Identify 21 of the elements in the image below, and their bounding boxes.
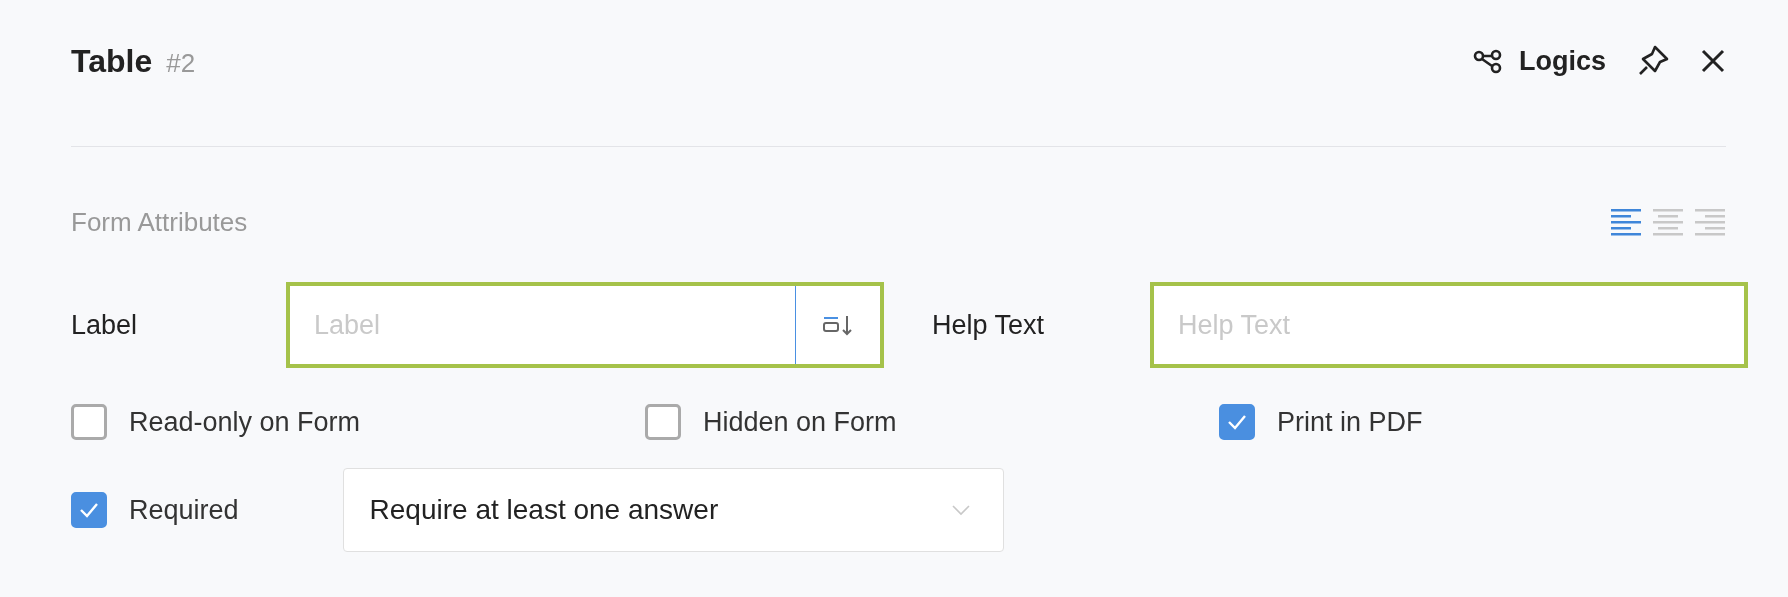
checkbox[interactable] [71, 404, 107, 440]
section-title: Form Attributes [71, 207, 248, 238]
item-number: #2 [166, 47, 196, 79]
checkbox-label: Required [129, 494, 239, 526]
field-label: Label [71, 309, 139, 341]
checkbox[interactable] [71, 492, 107, 528]
checkbox[interactable] [645, 404, 681, 440]
logic-nodes-icon [1473, 48, 1503, 74]
checkmark-icon [1227, 414, 1247, 430]
checkbox-label: Read-only on Form [129, 406, 361, 438]
panel-title: Table [71, 42, 153, 80]
requirement-dropdown[interactable]: Require at least one answer [342, 468, 1004, 552]
checkbox-label: Hidden on Form [703, 406, 897, 438]
close-icon[interactable] [1700, 48, 1726, 74]
checkbox-label: Print in PDF [1277, 406, 1423, 438]
field-label: Help Text [931, 309, 1046, 341]
logics-button[interactable]: Logics [1473, 45, 1606, 77]
checkmark-icon [79, 502, 99, 518]
chevron-down-icon [950, 504, 971, 516]
checkbox[interactable] [1219, 404, 1255, 440]
align-left-icon[interactable] [1610, 207, 1642, 238]
